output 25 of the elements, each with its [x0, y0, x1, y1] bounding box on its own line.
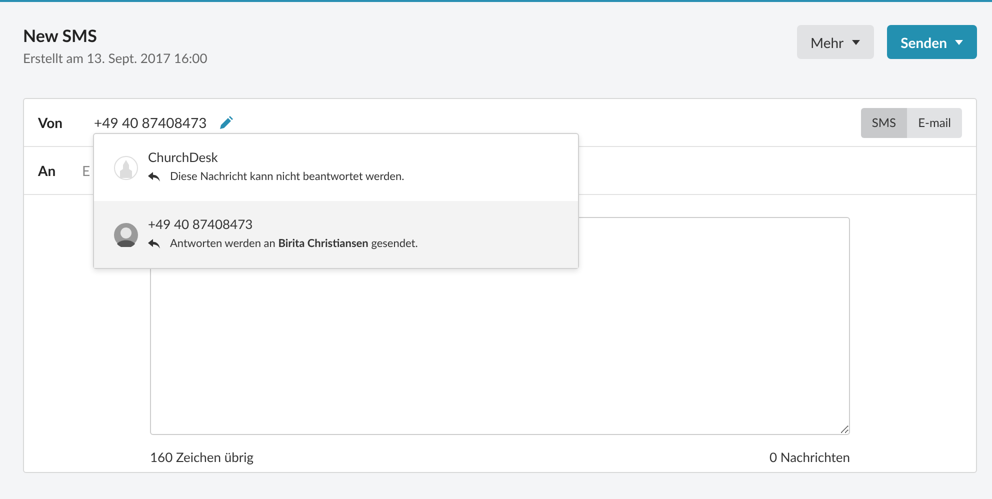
- avatar-icon: [114, 223, 138, 247]
- to-label: An: [38, 162, 57, 179]
- sender-number: +49 40 87408473: [94, 114, 207, 131]
- reply-note: Diese Nachricht kann nicht beantwortet werden.: [170, 170, 404, 183]
- sender-name: +49 40 87408473: [148, 216, 254, 232]
- reply-note: Antworten werden an Birita Christiansen gesendet.: [170, 237, 418, 250]
- reply-icon: [148, 172, 160, 182]
- send-button[interactable]: Senden: [886, 25, 977, 59]
- caret-icon: [852, 40, 860, 44]
- reply-icon: [148, 238, 160, 248]
- sender-option[interactable]: ChurchDesk Diese Nachricht kann nicht beantwortet werden.: [94, 134, 578, 201]
- church-avatar-icon: [114, 156, 138, 180]
- page-title: New SMS: [23, 25, 98, 46]
- channel-tab[interactable]: SMS: [860, 108, 908, 138]
- created-date: Erstellt am 13. Sept. 2017 16:00: [23, 50, 208, 66]
- edit-icon[interactable]: [218, 116, 233, 130]
- message-count: 0 Nachrichten: [770, 449, 850, 465]
- channel-tab[interactable]: E-mail: [907, 108, 962, 138]
- recipient-text: E: [82, 162, 90, 179]
- sender-name: ChurchDesk: [148, 149, 219, 165]
- sender-option[interactable]: +49 40 87408473 Antworten werden an Birita Christiansen gesendet.: [94, 201, 578, 268]
- caret-icon: [955, 40, 963, 44]
- characters-left: 160 Zeichen übrig: [150, 449, 254, 465]
- more-button[interactable]: Mehr: [796, 25, 874, 59]
- from-label: Von: [38, 114, 64, 131]
